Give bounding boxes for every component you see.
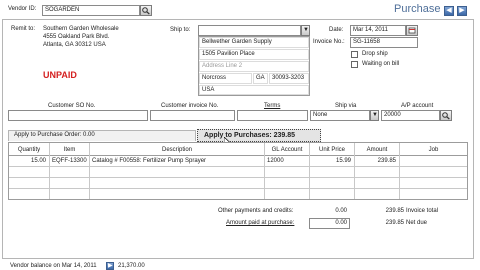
waiting-on-bill-label: Waiting on bill (362, 61, 400, 67)
cell-quantity[interactable]: 15.00 (9, 157, 46, 166)
ship-to-select[interactable] (198, 25, 301, 36)
tab-apply-to-purchase-order[interactable]: Apply to Purchase Order: 0.00 (8, 130, 196, 141)
net-due-label: Net due (406, 220, 428, 226)
amount-paid-field[interactable]: 0.00 (309, 218, 350, 229)
ship-to-state-field[interactable]: GA (253, 73, 268, 84)
tab-apply-to-purchases[interactable]: Apply to Purchases: 239.85 (197, 129, 321, 142)
remit-to-label: Remit to: (11, 26, 36, 32)
invoice-no-field[interactable]: SG-11658 (350, 37, 418, 48)
waiting-on-bill-checkbox[interactable] (351, 61, 358, 68)
arrow-right-icon: ▶ (459, 7, 465, 14)
column-header-unit-price: Unit Price (318, 147, 345, 153)
drop-ship-label: Drop ship (362, 51, 388, 57)
other-payments-label: Other payments and credits: (218, 208, 294, 214)
other-payments-value: 0.00 (335, 208, 347, 214)
net-due-value: 239.85 (385, 220, 404, 226)
vendor-balance-arrow-button[interactable]: ▶ (106, 262, 114, 270)
ap-account-field[interactable]: 20000 (381, 110, 440, 121)
ship-to-address1-field[interactable]: 1505 Pavilion Place (199, 49, 309, 60)
tab-apply-to-purchases-label: Apply to Purchases: 239.85 (204, 132, 296, 139)
ap-account-lookup-button[interactable] (440, 110, 452, 121)
arrow-left-icon: ◀ (446, 7, 452, 14)
ship-to-city-field[interactable]: Norcross (199, 73, 252, 84)
cell-description[interactable]: Catalog # F00558: Fertilizer Pump Spraye… (92, 157, 206, 166)
column-header-quantity: Quantity (17, 147, 41, 153)
magnifier-icon (442, 112, 450, 120)
chevron-down-icon: ▼ (372, 112, 378, 118)
vendor-balance-value: 21,370.00 (118, 263, 145, 269)
invoice-total-label: Invoice total (406, 208, 439, 214)
magnifier-icon (142, 7, 150, 15)
chevron-down-icon: ▼ (303, 27, 309, 33)
cell-amount[interactable]: 239.85 (355, 157, 396, 166)
calendar-button[interactable] (406, 25, 418, 36)
ship-to-name-field[interactable]: Bellwether Garden Supply (199, 37, 309, 48)
calendar-icon (408, 27, 416, 34)
vendor-id-field[interactable]: SOGARDEN (42, 5, 140, 16)
ship-via-label: Ship via (335, 103, 357, 109)
column-header-item: Item (63, 147, 76, 153)
ap-account-label: A/P account (401, 103, 434, 109)
invoice-no-label: Invoice No.: (313, 39, 345, 45)
ship-to-zip-field[interactable]: 30093-3203 (269, 73, 309, 84)
remit-line-2: 4555 Oakland Park Blvd. (43, 34, 110, 40)
column-header-amount: Amount (366, 147, 388, 153)
arrow-right-icon: ▶ (108, 263, 113, 269)
next-record-button[interactable]: ▶ (457, 6, 467, 16)
cell-unit-price[interactable]: 15.99 (310, 157, 351, 166)
column-header-description: Description (161, 147, 192, 153)
terms-label: Terms (264, 103, 281, 109)
invoice-total-value: 239.85 (385, 208, 404, 214)
ship-to-dropdown-button[interactable]: ▼ (301, 25, 310, 36)
ship-to-country-field[interactable]: USA (199, 85, 309, 95)
ship-via-dropdown-button[interactable]: ▼ (370, 110, 379, 121)
previous-record-button[interactable]: ◀ (444, 6, 454, 16)
remit-line-1: Southern Garden Wholesale (43, 26, 119, 32)
remit-line-3: Atlanta, GA 30312 USA (43, 42, 106, 48)
customer-invoice-field[interactable] (150, 110, 235, 121)
amount-paid-label: Amount paid at purchase: (226, 220, 295, 226)
date-field[interactable]: Mar 14, 2011 (350, 25, 406, 36)
ship-to-address2-field[interactable]: Address Line 2 (199, 61, 309, 72)
cell-gl-account[interactable]: 12000 (267, 157, 284, 166)
cell-item[interactable]: EQFF-13300 (52, 157, 87, 166)
ship-via-select[interactable]: None (310, 110, 370, 121)
customer-so-label: Customer SO No. (48, 103, 96, 109)
column-header-job: Job (428, 147, 439, 153)
vendor-lookup-button[interactable] (140, 5, 152, 16)
vendor-id-label: Vendor ID: (8, 6, 37, 12)
payment-status: UNPAID (43, 70, 77, 80)
column-header-gl-account: GL Account (271, 147, 303, 153)
ship-to-label: Ship to: (170, 27, 191, 33)
terms-field[interactable] (237, 110, 308, 121)
customer-invoice-label: Customer invoice No. (161, 103, 219, 109)
drop-ship-checkbox[interactable] (351, 51, 358, 58)
vendor-balance-label: Vendor balance on Mar 14, 2011 (10, 263, 97, 269)
form-title: Purchase (394, 3, 441, 15)
date-label: Date: (329, 27, 344, 33)
customer-so-field[interactable] (8, 110, 148, 121)
tab-apply-to-purchase-order-label: Apply to Purchase Order: 0.00 (14, 132, 95, 138)
